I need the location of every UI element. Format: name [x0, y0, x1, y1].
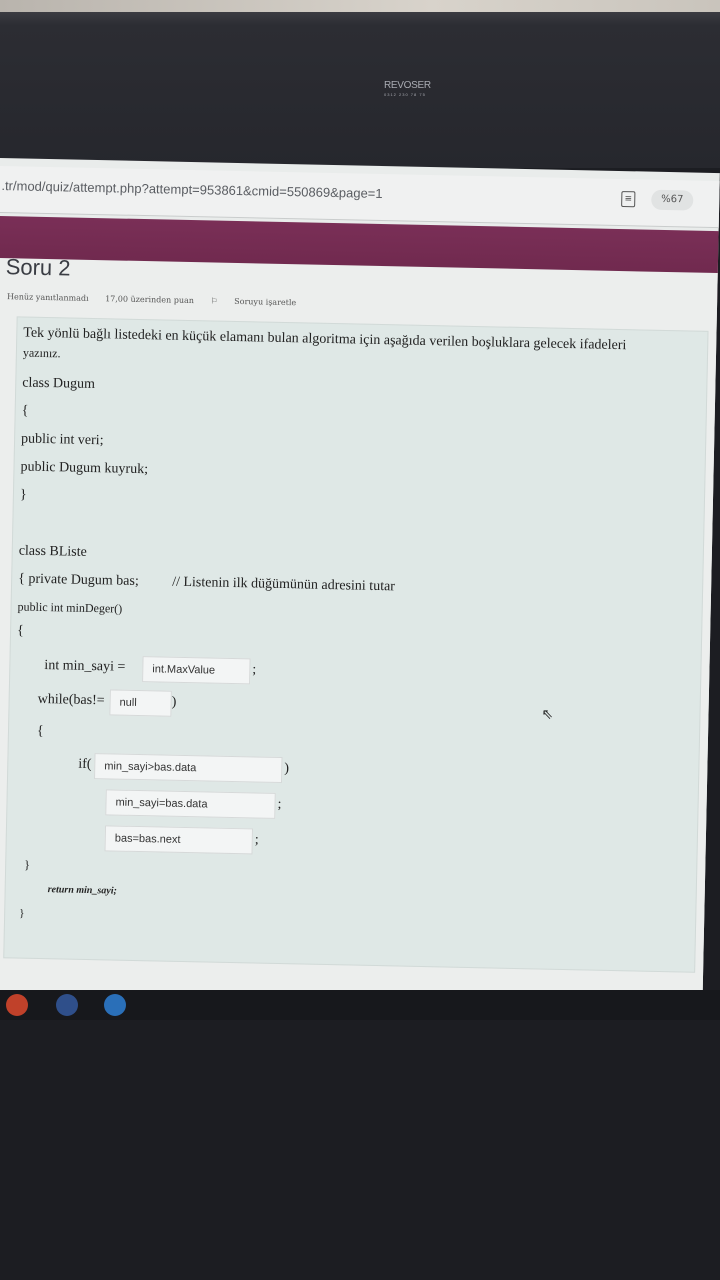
- flag-question-label: Soruyu işaretle: [234, 296, 297, 308]
- code-line: }: [19, 487, 27, 503]
- question-status: Henüz yanıtlanmadı: [7, 292, 89, 303]
- code-line: ): [284, 761, 290, 777]
- code-line: public int minDeger(): [17, 599, 123, 616]
- flag-icon: ⚐: [210, 296, 218, 306]
- code-comment: // Listenin ilk düğümünün adresini tutar: [171, 574, 396, 595]
- flag-question-link[interactable]: ⚐ Soruyu işaretle: [210, 296, 310, 307]
- question-title: Soru 2: [5, 254, 71, 281]
- answer-input-4[interactable]: min_sayi=bas.data: [105, 789, 276, 819]
- code-line: ): [171, 694, 177, 710]
- code-line: ;: [277, 796, 282, 813]
- code-line: }: [24, 857, 31, 872]
- brand-phone: 0312 230 78 75: [384, 92, 426, 97]
- monitor-screen: .tr/mod/quiz/attempt.php?attempt=953861&…: [0, 158, 720, 1005]
- code-line: return min_sayi;: [47, 884, 117, 897]
- answer-input-2[interactable]: null: [109, 689, 172, 717]
- mouse-pointer-icon: ⇖: [541, 707, 554, 723]
- app-icon[interactable]: [56, 994, 78, 1016]
- brand-name: REVOSER: [384, 80, 431, 91]
- monitor-brand-logo: REVOSER 0312 230 78 75: [384, 80, 431, 97]
- code-line: while(bas!=: [37, 691, 105, 709]
- prompt-line-2: yazınız.: [22, 345, 61, 361]
- code-line: class Dugum: [22, 375, 96, 393]
- question-text-box: Tek yönlü bağlı listedeki en küçük elama…: [3, 316, 709, 973]
- code-line: {: [21, 403, 29, 419]
- prompt-line-1: Tek yönlü bağlı listedeki en küçük elama…: [23, 325, 627, 354]
- answer-input-5[interactable]: bas=bas.next: [104, 825, 254, 855]
- edge-icon[interactable]: [104, 994, 126, 1016]
- code-line: {: [36, 723, 44, 740]
- code-line: {: [16, 623, 24, 639]
- code-line: }: [19, 907, 25, 920]
- answer-input-3[interactable]: min_sayi>bas.data: [94, 753, 283, 784]
- code-line: ;: [254, 832, 259, 848]
- reader-view-icon[interactable]: ≡: [621, 191, 636, 208]
- code-line: class BListe: [18, 543, 87, 560]
- wall-background: [0, 0, 720, 12]
- code-line: { private Dugum bas;: [18, 571, 139, 589]
- monitor-bezel: REVOSER 0312 230 78 75: [0, 0, 720, 168]
- code-line: if(: [78, 756, 92, 773]
- quiz-page: Soru 2 Henüz yanıtlanmadı 17,00 üzerinde…: [0, 254, 718, 1005]
- code-line: ;: [252, 662, 257, 678]
- question-points: 17,00 üzerinden puan: [105, 294, 195, 306]
- code-line: public int veri;: [20, 431, 104, 449]
- answer-input-1[interactable]: int.MaxValue: [142, 656, 251, 685]
- taskbar: [0, 990, 720, 1020]
- code-line: int min_sayi =: [44, 658, 126, 675]
- code-line: public Dugum kuyruk;: [20, 459, 149, 478]
- zoom-level-badge[interactable]: %67: [651, 189, 694, 211]
- question-info: Henüz yanıtlanmadı 17,00 üzerinden puan …: [7, 292, 324, 308]
- firefox-icon[interactable]: [6, 994, 28, 1016]
- url-text[interactable]: .tr/mod/quiz/attempt.php?attempt=953861&…: [1, 178, 382, 201]
